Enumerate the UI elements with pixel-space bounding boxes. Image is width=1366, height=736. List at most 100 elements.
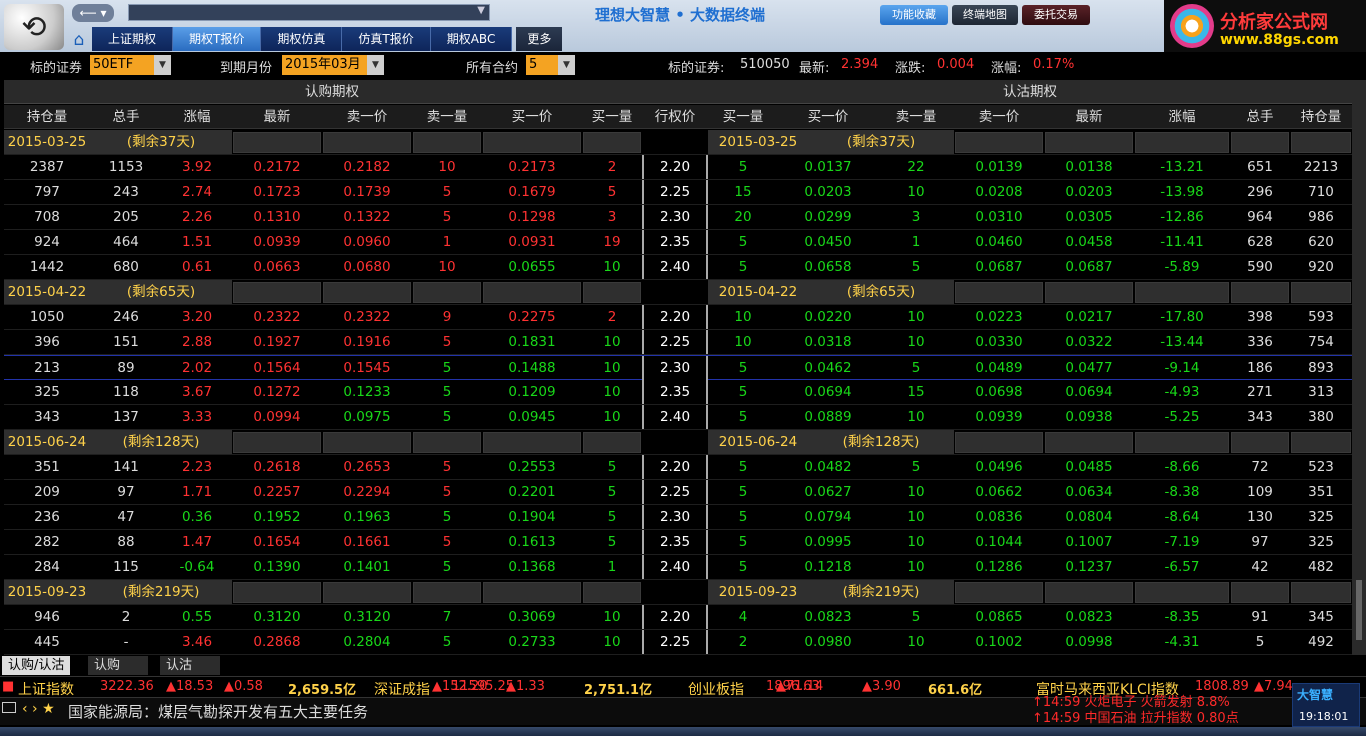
put-cell: 5 (738, 509, 748, 525)
table-row[interactable]: 924 464 1.51 0.0939 0.0960 1 0.0931 19 2.35 5 0.04… (4, 230, 1352, 255)
table-row[interactable]: 1050 246 3.20 0.2322 0.2322 9 0.2275 2 2.20 10 0.0… (4, 305, 1352, 330)
table-row[interactable]: 209 97 1.71 0.2257 0.2294 5 0.2201 5 2.25 5 0.0627… (4, 480, 1352, 505)
news-nav-icon[interactable]: ‹ › ★ (22, 701, 55, 717)
put-cell: 10 (907, 409, 925, 425)
group-cell (583, 432, 641, 453)
call-cell: 88 (117, 534, 135, 550)
put-cell: 1 (911, 234, 921, 250)
put-cell: 590 (1247, 259, 1273, 275)
call-column-header: 持仓量 (26, 109, 68, 125)
index-name[interactable]: 上证指数 (18, 679, 74, 699)
call-cell: 0.3069 (508, 609, 556, 625)
tab-0[interactable]: 上证期权 (92, 27, 174, 51)
chevron-down-icon[interactable]: ▼ (558, 55, 575, 75)
scrollbar-thumb[interactable] (1356, 580, 1362, 640)
underlying-select[interactable]: 50ETF (90, 55, 154, 75)
call-cell: 0.2553 (508, 459, 556, 475)
brand-banner[interactable]: 分析家公式网 www.88gs.com (1164, 0, 1366, 52)
chevron-down-icon[interactable]: ▼ (367, 55, 384, 75)
expiry-group-row[interactable]: 2015-06-24 (剩余128天) 2015-06-24 (剩余128天) (4, 430, 1352, 455)
group-cell (323, 432, 411, 453)
put-days-remaining: (剩余128天) (808, 430, 954, 454)
table-row[interactable]: 213 89 2.02 0.1564 0.1545 5 0.1488 10 2.30 5 0.046… (4, 355, 1352, 380)
tab-call[interactable]: 认购 (88, 656, 148, 675)
put-cell: 0.0462 (804, 360, 852, 376)
table-row[interactable]: 343 137 3.33 0.0994 0.0975 5 0.0945 10 2.40 5 0.08… (4, 405, 1352, 430)
alert-item[interactable]: ↑14:59 中国石油 拉升指数 0.80点 (1032, 711, 1266, 727)
call-cell: 5 (442, 459, 452, 475)
call-cell: - (123, 634, 129, 650)
more-button[interactable]: 更多 (516, 27, 563, 51)
put-cell: 0.0138 (1065, 159, 1113, 175)
expiry-group-row[interactable]: 2015-03-25 (剩余37天) 2015-03-25 (剩余37天) (4, 130, 1352, 155)
call-cell: 243 (113, 184, 139, 200)
chevron-down-icon[interactable]: ▼ (154, 55, 171, 75)
call-cell: 5 (607, 484, 617, 500)
vertical-scrollbar[interactable] (1352, 80, 1366, 655)
table-row[interactable]: 284 115 -0.64 0.1390 0.1401 5 0.1368 1 2.40 5 0.12… (4, 555, 1352, 580)
call-cell: 2.74 (181, 184, 213, 200)
alert-item[interactable]: ↑14:59 火炬电子 火箭发射 8.8% (1032, 695, 1266, 711)
put-cell: -4.31 (1164, 634, 1200, 650)
group-cell (1291, 582, 1351, 603)
put-cell: 5 (1255, 634, 1265, 650)
put-cell: 10 (907, 559, 925, 575)
put-cell: 523 (1308, 459, 1334, 475)
put-column-header: 最新 (1075, 109, 1103, 125)
table-row[interactable]: 396 151 2.88 0.1927 0.1916 5 0.1831 10 2.25 10 0.0… (4, 330, 1352, 355)
strike-price: 2.30 (642, 205, 708, 229)
back-forward-button[interactable]: ⟵ ▾ (72, 4, 114, 22)
chg-value: 0.004 (937, 57, 975, 72)
tab-1[interactable]: 期权T报价 (173, 27, 262, 51)
call-cell: 351 (34, 459, 60, 475)
app-logo[interactable]: ⟲ (4, 4, 64, 50)
call-cell: 3.92 (181, 159, 213, 175)
table-row[interactable]: 236 47 0.36 0.1952 0.1963 5 0.1904 5 2.30 5 0.0794… (4, 505, 1352, 530)
favorites-button[interactable]: 功能收藏 (880, 5, 948, 25)
table-row[interactable]: 282 88 1.47 0.1654 0.1661 5 0.1613 5 2.35 5 0.0995… (4, 530, 1352, 555)
trade-button[interactable]: 委托交易 (1022, 5, 1090, 25)
put-cell: 2 (738, 634, 748, 650)
tab-3[interactable]: 仿真T报价 (342, 27, 431, 51)
table-row[interactable]: 2387 1153 3.92 0.2172 0.2182 10 0.2173 2 2.20 5 0.… (4, 155, 1352, 180)
table-row[interactable]: 797 243 2.74 0.1723 0.1739 5 0.1679 5 2.25 15 0.02… (4, 180, 1352, 205)
put-column-header: 持仓量 (1300, 109, 1342, 125)
call-cell: 343 (34, 409, 60, 425)
tab-4[interactable]: 期权ABC (430, 27, 513, 51)
expiry-group-row[interactable]: 2015-09-23 (剩余219天) 2015-09-23 (剩余219天) (4, 580, 1352, 605)
terminal-map-button[interactable]: 终端地图 (952, 5, 1018, 25)
main-tabs: 上证期权 期权T报价 期权仿真 仿真T报价 期权ABC 更多 (92, 27, 563, 51)
put-cell: -4.93 (1164, 384, 1200, 400)
news-headline[interactable]: 国家能源局：煤层气勘探开发有五大主要任务 (68, 701, 368, 722)
group-cell (1045, 582, 1133, 603)
call-cell: 2 (121, 609, 131, 625)
table-row[interactable]: 325 118 3.67 0.1272 0.1233 5 0.1209 10 2.35 5 0.06… (4, 380, 1352, 405)
call-cell: 0.0945 (508, 409, 556, 425)
put-cell: -6.57 (1164, 559, 1200, 575)
index-name[interactable]: 深证成指 (374, 679, 430, 699)
tab-2[interactable]: 期权仿真 (261, 27, 343, 51)
call-cell: 0.1661 (343, 534, 391, 550)
table-row[interactable]: 1442 680 0.61 0.0663 0.0680 10 0.0655 10 2.40 5 0.… (4, 255, 1352, 280)
address-bar[interactable]: ▼ (128, 4, 490, 21)
call-cell: 0.3120 (253, 609, 301, 625)
table-row[interactable]: 708 205 2.26 0.1310 0.1322 5 0.1298 3 2.30 20 0.02… (4, 205, 1352, 230)
call-cell: 464 (113, 234, 139, 250)
pct-label: 涨幅: (991, 61, 1022, 76)
call-cell: 0.1916 (343, 334, 391, 350)
index-name[interactable]: 创业板指 (688, 679, 744, 699)
table-row[interactable]: 351 141 2.23 0.2618 0.2653 5 0.2553 5 2.20 5 0.048… (4, 455, 1352, 480)
table-row[interactable]: 445 - 3.46 0.2868 0.2804 5 0.2733 10 2.25 2 0.0980… (4, 630, 1352, 655)
month-select[interactable]: 2015年03月 (282, 55, 368, 75)
tab-call-put[interactable]: 认购/认沽 (2, 656, 71, 675)
group-cell (233, 282, 321, 303)
table-row[interactable]: 946 2 0.55 0.3120 0.3120 7 0.3069 10 2.20 4 0.0823… (4, 605, 1352, 630)
tab-put[interactable]: 认沽 (160, 656, 220, 675)
month-label: 到期月份 (220, 61, 273, 76)
put-cell: -8.66 (1164, 459, 1200, 475)
expiry-group-row[interactable]: 2015-04-22 (剩余65天) 2015-04-22 (剩余65天) (4, 280, 1352, 305)
contract-select[interactable]: 5 (526, 55, 558, 75)
chevron-down-icon[interactable]: ▼ (477, 5, 485, 16)
home-icon[interactable]: ⌂ (68, 30, 90, 50)
mail-icon[interactable] (2, 702, 16, 713)
